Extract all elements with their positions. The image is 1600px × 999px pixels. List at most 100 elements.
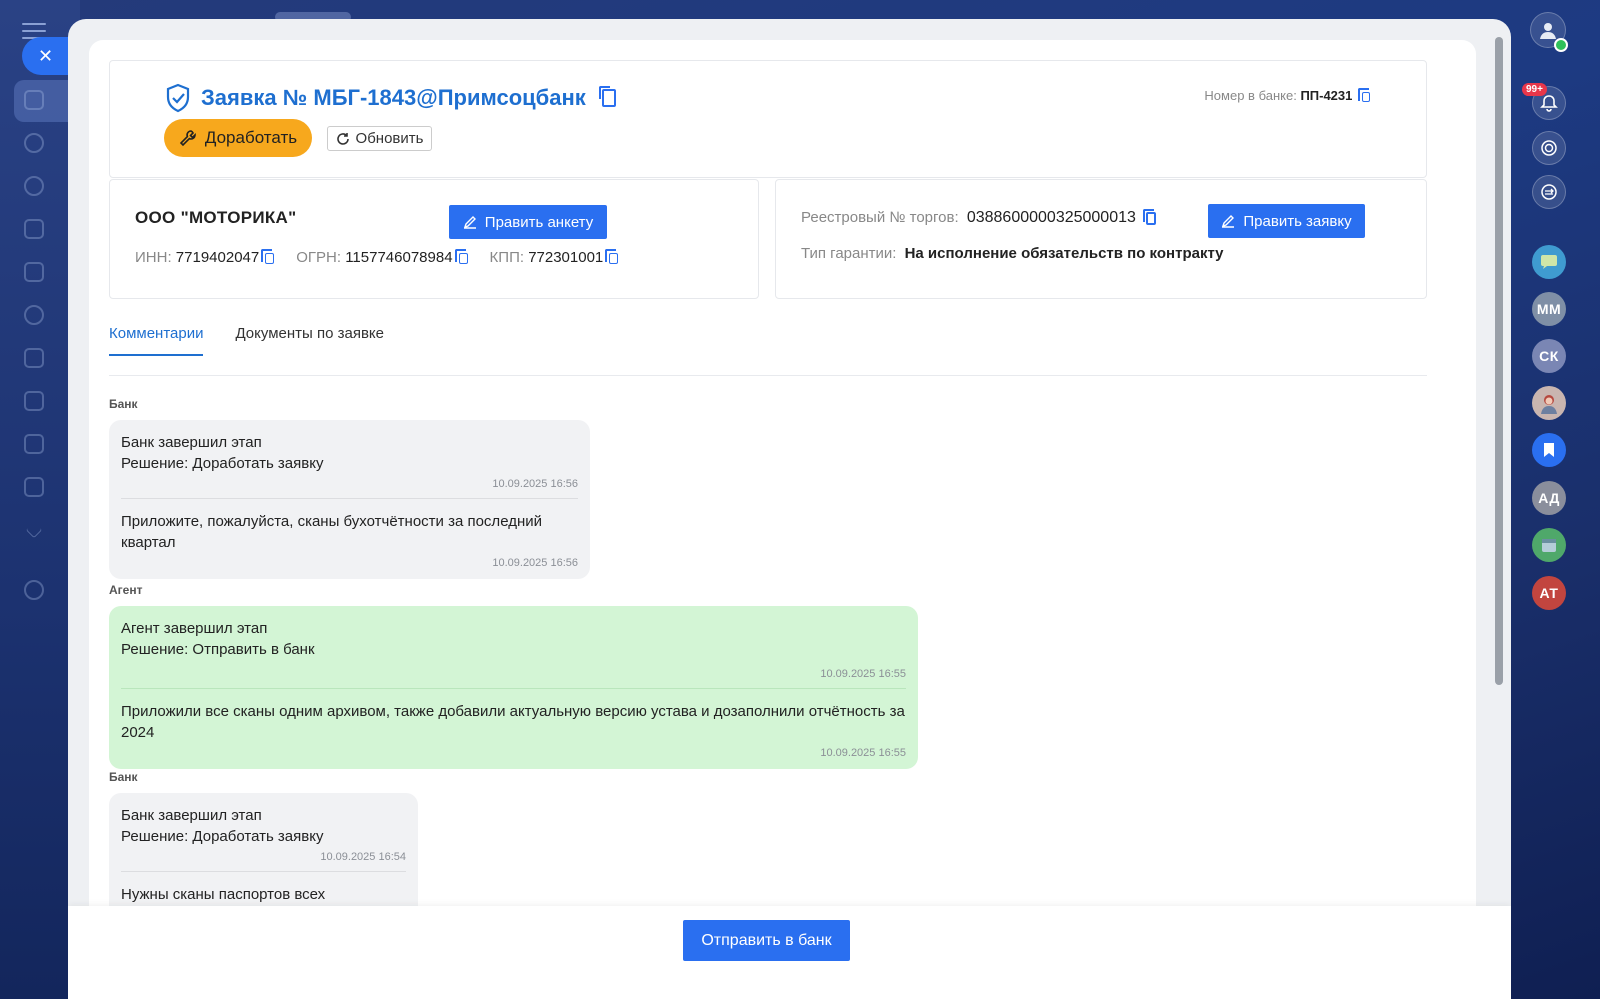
comment-divider xyxy=(121,688,906,689)
company-name: ООО "МОТОРИКА" xyxy=(135,208,297,227)
inn-value: 7719402047 xyxy=(175,249,260,266)
inn-label: ИНН: xyxy=(135,249,172,266)
tabs-divider xyxy=(109,375,1427,376)
comment-text: Приложите, пожалуйста, сканы бухотчётнос… xyxy=(121,513,542,551)
pencil-icon xyxy=(1222,215,1235,228)
bookmark-icon xyxy=(1544,443,1554,457)
copy-icon[interactable] xyxy=(261,248,275,264)
edit-profile-button[interactable]: Править анкету xyxy=(449,205,607,239)
guarantee-value: На исполнение обязательств по контракту xyxy=(904,245,1224,262)
calendar-icon xyxy=(1542,539,1556,552)
registry-label: Реестровый № торгов: xyxy=(801,209,959,226)
comment-time: 10.09.2025 16:56 xyxy=(492,557,578,569)
person-photo-icon xyxy=(1541,395,1557,414)
avatar-sk[interactable]: СК xyxy=(1532,339,1566,373)
pencil-icon xyxy=(463,216,476,229)
modal-footer: Отправить в банк xyxy=(68,906,1511,999)
chat-button[interactable] xyxy=(1532,245,1566,279)
tab-comments[interactable]: Комментарии xyxy=(109,325,204,356)
copy-icon[interactable] xyxy=(1358,87,1370,102)
sync-icon xyxy=(1541,184,1557,200)
refresh-icon xyxy=(336,132,349,145)
ogrn-field: ОГРН: 1157746078984 xyxy=(296,248,468,266)
copy-icon[interactable] xyxy=(1143,208,1157,225)
online-indicator xyxy=(1554,38,1568,52)
registry-number: 0388600000325000013 xyxy=(966,209,1136,226)
request-header: Заявка № МБГ-1843@Примсоцбанк Номер в ба… xyxy=(109,60,1427,178)
edit-profile-label: Править анкету xyxy=(484,213,594,231)
request-modal: Заявка № МБГ-1843@Примсоцбанк Номер в ба… xyxy=(68,19,1511,999)
avatar-ad[interactable]: АД xyxy=(1532,481,1566,515)
target-button[interactable] xyxy=(1532,131,1566,165)
request-title: Заявка № МБГ-1843@Примсоцбанк xyxy=(201,85,586,110)
comment-sender: Банк xyxy=(109,397,138,411)
guarantee-field: Тип гарантии: На исполнение обязательств… xyxy=(801,245,1224,262)
scrollbar[interactable]: ▼ xyxy=(1495,37,1503,999)
comment-time: 10.09.2025 16:54 xyxy=(320,851,406,863)
avatar-photo[interactable] xyxy=(1532,386,1566,420)
kpp-label: КПП: xyxy=(489,249,525,266)
right-rail: ММ СК АД АТ xyxy=(1510,0,1600,999)
notifications-badge: 99+ xyxy=(1522,83,1547,96)
comment-divider xyxy=(121,498,578,499)
scrollbar-thumb[interactable] xyxy=(1495,37,1503,685)
sidebar-icon xyxy=(24,133,44,153)
edit-request-label: Править заявку xyxy=(1243,212,1352,230)
inn-field: ИНН: 7719402047 xyxy=(135,248,275,266)
close-button[interactable]: ✕ xyxy=(22,37,72,75)
company-card: ООО "МОТОРИКА" Править анкету ИНН: 77194… xyxy=(109,179,759,299)
sidebar-icon xyxy=(24,176,44,196)
sidebar-icon xyxy=(24,477,44,497)
chevron-down-icon xyxy=(25,521,43,539)
kpp-value: 772301001 xyxy=(528,249,604,266)
close-icon: ✕ xyxy=(38,45,54,66)
comment-time: 10.09.2025 16:55 xyxy=(820,747,906,759)
shield-check-icon xyxy=(166,83,190,113)
rework-button[interactable]: Доработать xyxy=(164,119,312,157)
copy-icon[interactable] xyxy=(598,86,616,107)
company-requisites: ИНН: 7719402047 ОГРН: 1157746078984 КПП:… xyxy=(135,248,619,266)
tabs: Комментарии Документы по заявке xyxy=(109,325,384,356)
comment-bubble: Агент завершил этап Решение: Отправить в… xyxy=(109,606,918,769)
tab-documents[interactable]: Документы по заявке xyxy=(235,325,384,356)
code-icon xyxy=(24,391,44,411)
comment-time: 10.09.2025 16:55 xyxy=(820,668,906,680)
sidebar-icon xyxy=(24,348,44,368)
kpp-field: КПП: 772301001 xyxy=(489,248,619,266)
rework-label: Доработать xyxy=(204,128,298,147)
avatar-mm[interactable]: ММ xyxy=(1532,292,1566,326)
settings-icon xyxy=(24,580,44,600)
avatar-at[interactable]: АТ xyxy=(1532,576,1566,610)
send-to-bank-button[interactable]: Отправить в банк xyxy=(683,920,850,961)
comment-stage: Банк завершил этап xyxy=(121,434,262,451)
ogrn-value: 1157746078984 xyxy=(345,249,453,266)
comment-decision: Решение: Доработать заявку xyxy=(121,455,324,472)
sidebar-icon xyxy=(24,305,44,325)
tender-card: Реестровый № торгов: 0388600000325000013… xyxy=(775,179,1427,299)
copy-icon[interactable] xyxy=(605,248,619,264)
comment-text: Приложили все сканы одним архивом, также… xyxy=(121,703,905,741)
comment-decision: Решение: Отправить в банк xyxy=(121,641,315,658)
bookmark-button[interactable] xyxy=(1532,433,1566,467)
comment-stage: Банк завершил этап xyxy=(121,807,262,824)
ogrn-label: ОГРН: xyxy=(296,249,342,266)
bank-number-value: ПП-4231 xyxy=(1300,88,1353,103)
calendar-icon xyxy=(24,219,44,239)
calendar-button[interactable] xyxy=(1532,528,1566,562)
refresh-button[interactable]: Обновить xyxy=(327,126,432,151)
bank-number-label: Номер в банке: xyxy=(1204,88,1297,103)
sidebar-icon xyxy=(24,262,44,282)
bell-icon xyxy=(1540,95,1558,112)
comment-bubble: Банк завершил этап Решение: Доработать з… xyxy=(109,420,590,579)
comment-divider xyxy=(121,871,406,872)
copy-icon[interactable] xyxy=(454,248,468,264)
target-icon xyxy=(1541,140,1557,156)
guarantee-label: Тип гарантии: xyxy=(801,245,897,262)
edit-request-button[interactable]: Править заявку xyxy=(1208,204,1365,238)
chat-icon xyxy=(1541,255,1557,269)
user-icon xyxy=(1540,23,1556,39)
sidebar-icon xyxy=(24,434,44,454)
comment-decision: Решение: Доработать заявку xyxy=(121,828,324,845)
filter-icon xyxy=(24,90,44,110)
sync-button[interactable] xyxy=(1532,175,1566,209)
